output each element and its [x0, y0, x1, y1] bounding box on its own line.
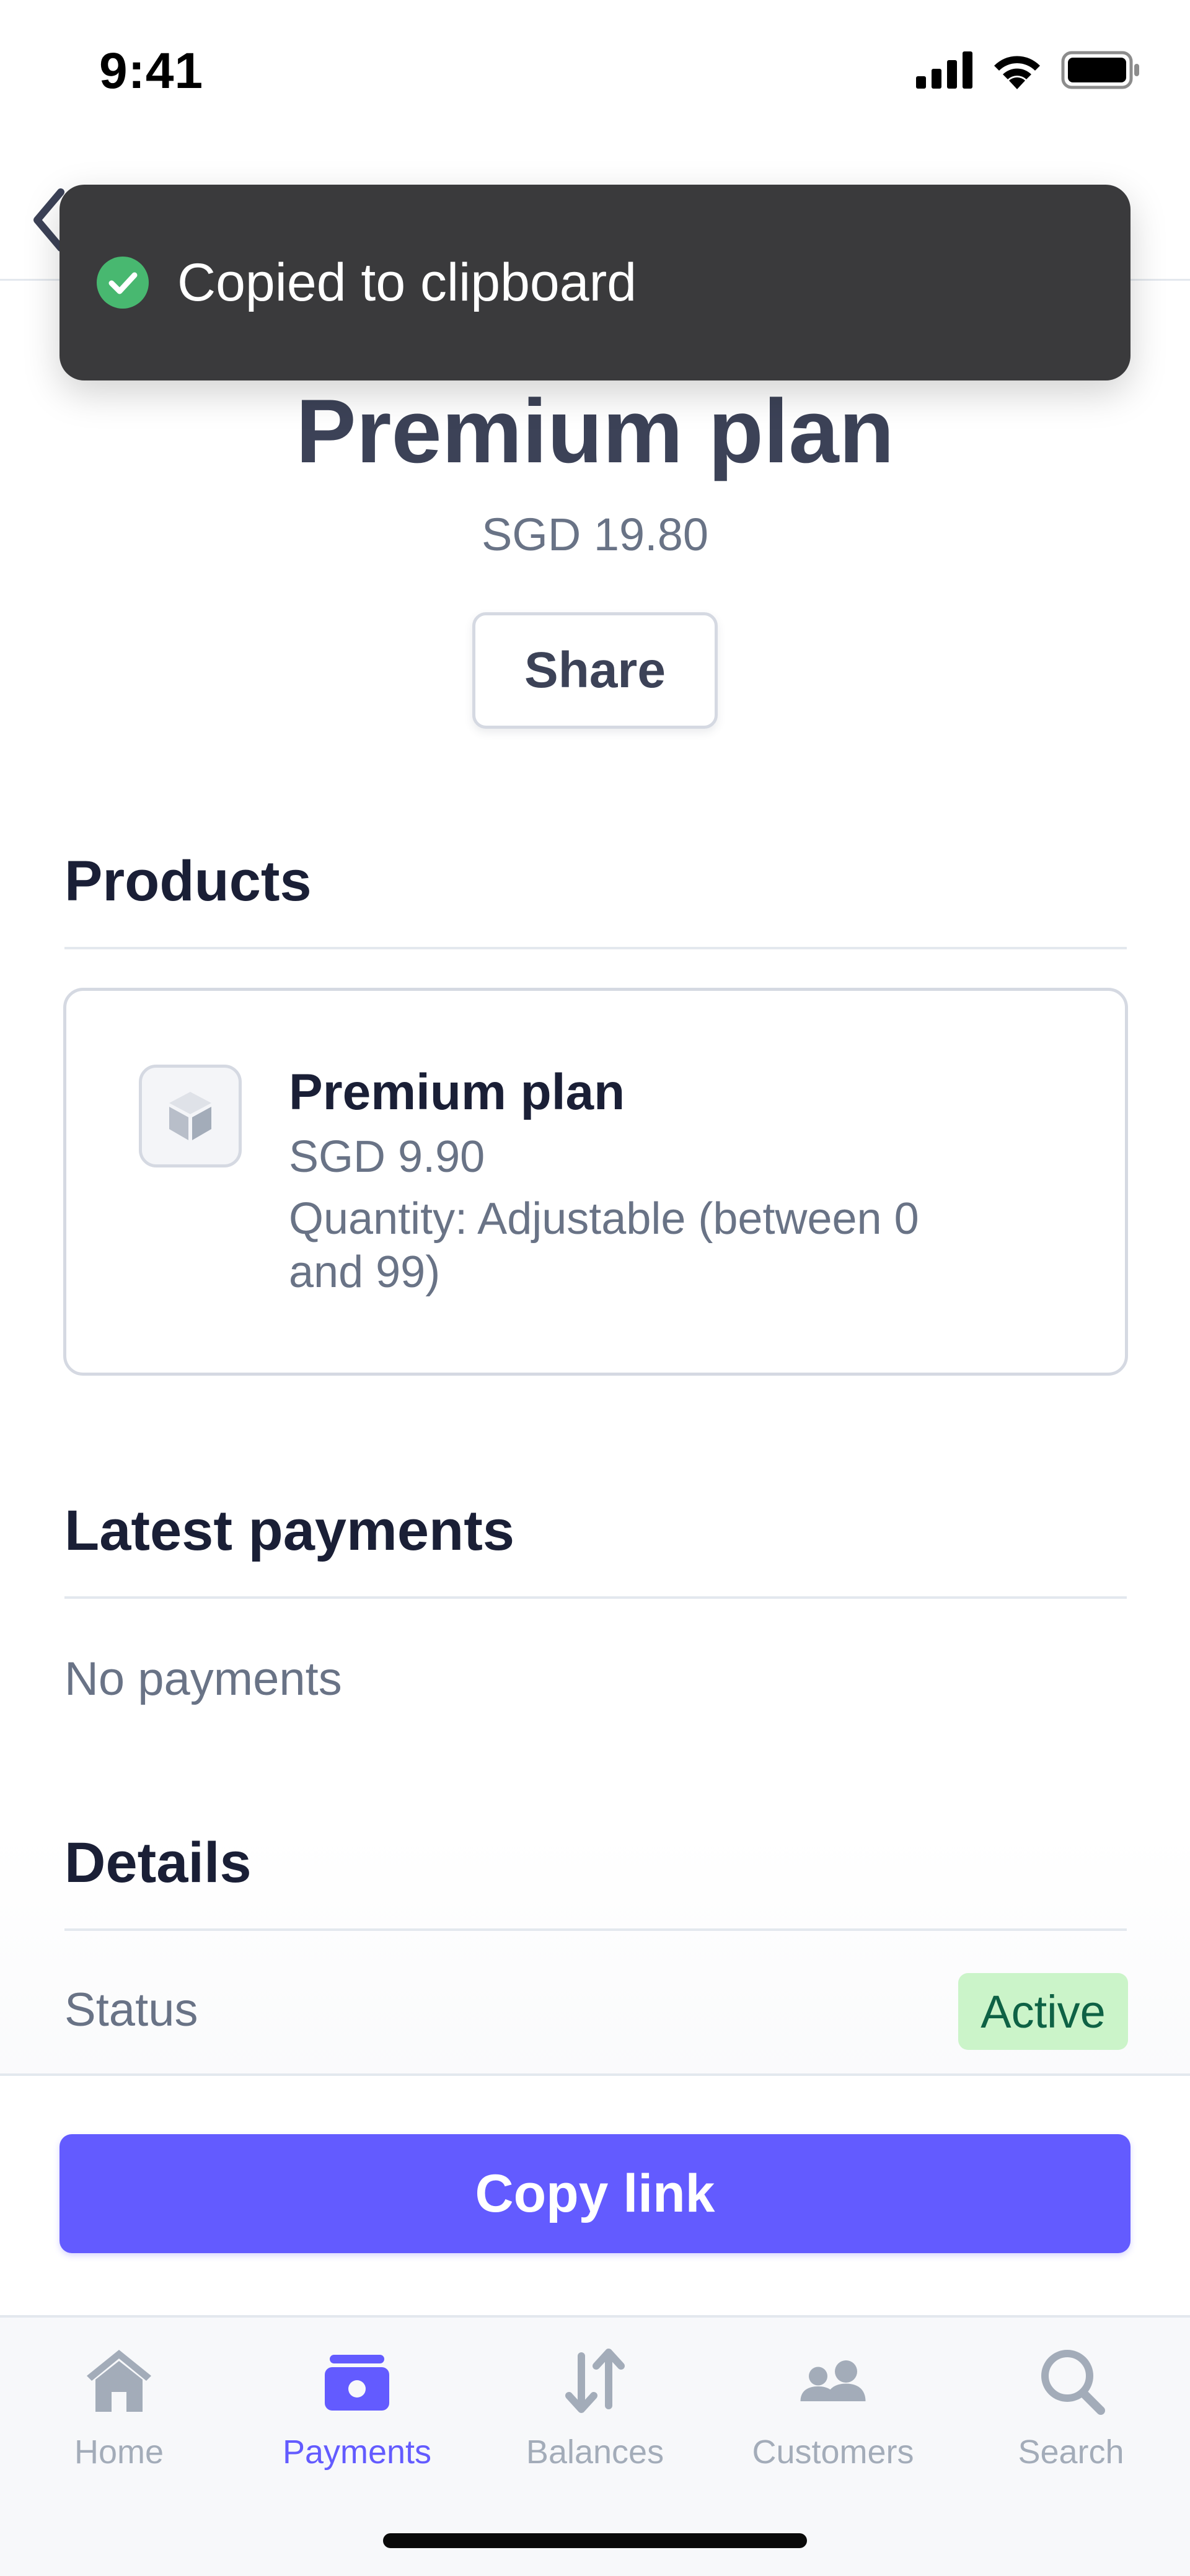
- footer-divider: [0, 2073, 1190, 2076]
- tab-home-label: Home: [74, 2433, 164, 2471]
- product-name: Premium plan: [289, 1064, 625, 1120]
- tab-customers-label: Customers: [752, 2433, 914, 2471]
- status-label: Status: [64, 1984, 198, 2036]
- details-divider: [64, 1928, 1127, 1931]
- product-price: SGD 9.90: [289, 1132, 485, 1182]
- customers-icon: [800, 2360, 866, 2401]
- home-icon: [87, 2350, 151, 2412]
- status-bar-icons: [916, 51, 1140, 89]
- signal-icon: [916, 51, 972, 89]
- share-button[interactable]: Share: [472, 612, 718, 729]
- box-icon: [169, 1092, 211, 1140]
- battery-icon: [1061, 51, 1139, 89]
- copy-link-button[interactable]: Copy link: [60, 2134, 1130, 2253]
- tab-balances-label: Balances: [526, 2433, 664, 2471]
- toast-message: Copied to clipboard: [177, 252, 637, 312]
- status-badge: Active: [958, 1973, 1128, 2050]
- details-heading: Details: [64, 1831, 252, 1894]
- search-icon: [1041, 2350, 1105, 2415]
- product-quantity: Quantity: Adjustable (between 0 and 99): [289, 1194, 919, 1297]
- no-payments-text: No payments: [64, 1653, 342, 1705]
- products-heading: Products: [64, 850, 312, 913]
- tab-payments[interactable]: Payments: [238, 2336, 476, 2471]
- product-icon: [139, 1065, 242, 1167]
- toast-notification: Copied to clipboard: [60, 185, 1130, 380]
- page-title: Premium plan: [296, 380, 894, 481]
- check-circle-icon: [97, 257, 149, 309]
- wifi-icon: [994, 56, 1040, 89]
- products-divider: [64, 947, 1127, 949]
- latest-payments-divider: [64, 1596, 1127, 1599]
- tab-search-label: Search: [1018, 2433, 1124, 2471]
- tab-customers[interactable]: Customers: [714, 2336, 952, 2471]
- balances-icon: [565, 2349, 625, 2413]
- home-indicator: [383, 2533, 807, 2548]
- tab-home[interactable]: Home: [0, 2336, 238, 2471]
- product-card[interactable]: [63, 988, 1128, 1376]
- tab-balances[interactable]: Balances: [476, 2336, 714, 2471]
- tab-payments-label: Payments: [282, 2433, 432, 2471]
- plan-price: SGD 19.80: [481, 509, 709, 560]
- status-bar-time: 9:41: [99, 43, 204, 99]
- latest-payments-heading: Latest payments: [64, 1499, 515, 1562]
- payments-icon: [325, 2355, 389, 2411]
- tab-search[interactable]: Search: [952, 2336, 1190, 2471]
